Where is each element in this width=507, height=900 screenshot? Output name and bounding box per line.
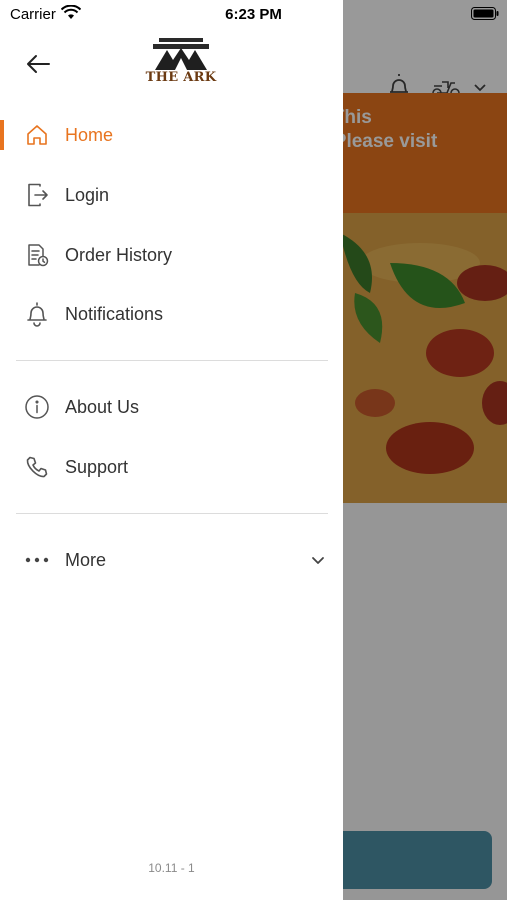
menu-item-label: Support bbox=[65, 456, 129, 477]
navigation-drawer: THE ARK Home Login Order History Notific… bbox=[0, 0, 343, 900]
status-time: 6:23 PM bbox=[225, 6, 282, 23]
status-bar: Carrier 6:23 PM bbox=[0, 0, 507, 28]
menu-item-notifications[interactable]: Notifications bbox=[0, 289, 343, 339]
menu-divider bbox=[16, 513, 328, 514]
more-dots-icon bbox=[24, 547, 50, 573]
back-button[interactable] bbox=[22, 48, 54, 80]
menu-item-label: Order History bbox=[65, 244, 173, 265]
menu-item-login[interactable]: Login bbox=[0, 170, 343, 220]
app-version: 10.11 - 1 bbox=[148, 861, 195, 875]
menu-item-home[interactable]: Home bbox=[0, 110, 343, 160]
login-icon bbox=[24, 182, 50, 208]
arrow-left-icon bbox=[27, 55, 50, 73]
menu-item-order-history[interactable]: Order History bbox=[0, 230, 343, 280]
bell-icon bbox=[24, 301, 50, 327]
menu-item-more[interactable]: More bbox=[0, 535, 343, 585]
menu-divider bbox=[16, 360, 328, 361]
battery-icon bbox=[471, 7, 499, 20]
info-icon bbox=[24, 394, 50, 420]
home-icon bbox=[24, 122, 50, 148]
chevron-down-icon[interactable] bbox=[309, 551, 327, 569]
menu-item-support[interactable]: Support bbox=[0, 442, 343, 492]
menu-item-label: More bbox=[65, 549, 107, 570]
menu-item-label: Notifications bbox=[65, 303, 164, 324]
menu-item-label: Login bbox=[65, 184, 110, 205]
logo-text: THE ARK bbox=[145, 70, 217, 85]
menu-item-about-us[interactable]: About Us bbox=[0, 382, 343, 432]
menu-item-label: Home bbox=[65, 124, 114, 145]
menu-item-label: About Us bbox=[65, 396, 140, 417]
order-history-icon bbox=[24, 242, 50, 268]
ark-logo-icon bbox=[153, 38, 209, 70]
phone-icon bbox=[24, 454, 50, 480]
app-logo: THE ARK bbox=[145, 34, 217, 90]
